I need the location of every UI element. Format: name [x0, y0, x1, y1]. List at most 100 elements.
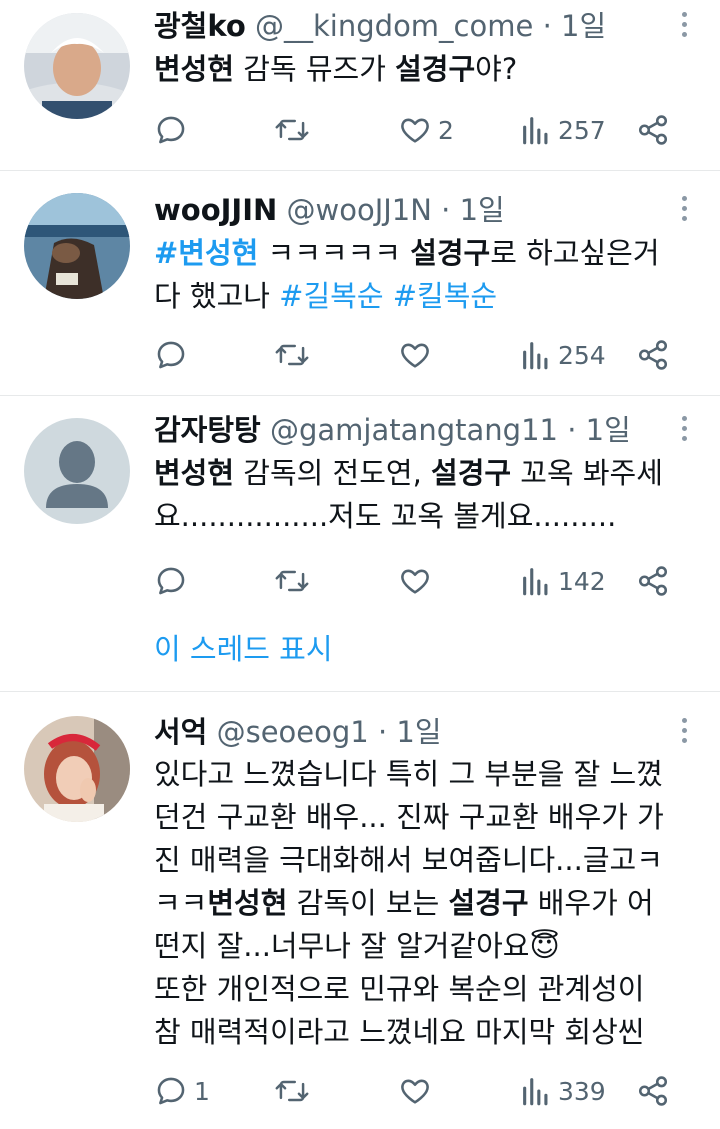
text-line: ㅋㅋ변성현 감독이 보는 설경구 배우가 어 [154, 882, 692, 925]
share-icon [638, 115, 668, 145]
avatar[interactable] [24, 418, 130, 524]
share-button[interactable] [636, 1071, 670, 1111]
more-icon[interactable] [680, 718, 688, 748]
user-handle[interactable]: @seoeog1 [217, 715, 369, 749]
views-count: 257 [558, 115, 606, 145]
display-name[interactable]: 서억 [154, 715, 207, 749]
separator: · [567, 413, 577, 447]
retweet-button[interactable] [274, 335, 316, 375]
like-button[interactable]: 2 [398, 110, 454, 150]
text: ㅋㅋㅋㅋㅋ [258, 236, 411, 270]
share-button[interactable] [636, 561, 670, 601]
views-button[interactable]: 142 [520, 561, 606, 601]
user-handle[interactable]: @wooJJ1N [287, 193, 432, 227]
hashtag-link[interactable]: #변성현 [154, 236, 258, 270]
tweet-text: 변성현 감독 뮤즈가 설경구야? [154, 48, 692, 91]
user-handle[interactable]: @gamjatangtang11 [270, 413, 558, 447]
tweet-text: 변성현 감독의 전도연, 설경구 꼬옥 봐주세 요...............… [154, 452, 692, 538]
text-line: 떤지 잘...너무나 잘 알거같아요😇 [154, 929, 560, 963]
avatar[interactable] [24, 716, 130, 822]
bold-text: 변성현 [207, 886, 288, 920]
tweet-text: 있다고 느꼈습니다 특히 그 부분을 잘 느꼈 던건 구교환 배우... 진짜 … [154, 753, 692, 1054]
reply-icon [157, 116, 185, 144]
timestamp[interactable]: 1일 [586, 413, 631, 447]
user-handle[interactable]: @__kingdom_come [255, 9, 533, 43]
tweet-actions: 2 257 [154, 110, 680, 150]
tweet-header: 광철ko @__kingdom_come · 1일 [154, 8, 672, 44]
timestamp[interactable]: 1일 [460, 193, 505, 227]
tweet[interactable]: 감자탕탕 @gamjatangtang11 · 1일 변성현 감독의 전도연, … [0, 396, 720, 692]
hashtag-link[interactable]: #킬복순 [393, 279, 497, 313]
timestamp[interactable]: 1일 [561, 9, 606, 43]
tweet-actions: 254 [154, 335, 680, 375]
like-button[interactable] [398, 561, 438, 601]
text-line: 또한 개인적으로 민규와 복순의 관계성이 [154, 972, 645, 1006]
share-icon [638, 340, 668, 370]
views-button[interactable]: 257 [520, 110, 606, 150]
bold-text: 변성현 [154, 52, 235, 86]
text-line: #변성현 ㅋㅋㅋㅋㅋ 설경구로 하고싶은거 [154, 232, 692, 275]
retweet-button[interactable] [274, 110, 316, 150]
bold-text: 변성현 [154, 456, 235, 490]
hashtag-link[interactable]: #길복순 [279, 279, 383, 313]
retweet-icon [275, 119, 309, 141]
share-button[interactable] [636, 110, 670, 150]
views-icon [523, 117, 548, 145]
retweet-button[interactable] [274, 561, 316, 601]
text-line: 있다고 느꼈습니다 특히 그 부분을 잘 느꼈 [154, 757, 663, 791]
like-icon [401, 343, 429, 368]
views-icon [523, 342, 548, 370]
reply-count: 1 [194, 1076, 210, 1106]
reply-icon [157, 341, 185, 369]
display-name[interactable]: 감자탕탕 [154, 413, 261, 447]
retweet-icon [275, 344, 309, 366]
text-line: 참 매력적이라고 느꼈네요 마지막 회상씬 [154, 1015, 645, 1049]
bold-text: 설경구 [448, 886, 529, 920]
reply-button[interactable] [154, 561, 194, 601]
more-icon[interactable] [680, 196, 688, 226]
text: 감독 뮤즈가 [234, 52, 396, 86]
tweet-actions: 1 339 [154, 1071, 680, 1111]
reply-button[interactable] [154, 335, 194, 375]
avatar[interactable] [24, 193, 130, 299]
views-count: 142 [558, 566, 606, 596]
retweet-button[interactable] [274, 1071, 316, 1111]
tweet[interactable]: 서억 @seoeog1 · 1일 있다고 느꼈습니다 특히 그 부분을 잘 느꼈… [0, 692, 720, 1129]
bold-text: 설경구 [431, 456, 512, 490]
text: 다 했고나 [154, 279, 280, 313]
text: 감독의 전도연, [234, 456, 432, 490]
more-icon[interactable] [680, 416, 688, 446]
text: ㅋㅋ [154, 886, 208, 920]
text: 로 하고싶은거 [490, 236, 660, 270]
more-icon[interactable] [680, 12, 688, 42]
reply-icon [157, 567, 185, 595]
reply-button[interactable] [154, 110, 194, 150]
share-button[interactable] [636, 335, 670, 375]
display-name[interactable]: wooJJIN [154, 193, 277, 227]
avatar[interactable] [24, 13, 130, 119]
reply-button[interactable]: 1 [154, 1071, 210, 1111]
views-count: 339 [558, 1076, 606, 1106]
tweet[interactable]: wooJJIN @wooJJ1N · 1일 #변성현 ㅋㅋㅋㅋㅋ 설경구로 하고… [0, 171, 720, 396]
show-thread-link[interactable]: 이 스레드 표시 [154, 626, 333, 668]
text: 꼬옥 봐주세 [511, 456, 663, 490]
retweet-icon [275, 1080, 309, 1102]
timestamp[interactable]: 1일 [396, 715, 441, 749]
views-button[interactable]: 339 [520, 1071, 606, 1111]
like-button[interactable] [398, 1071, 438, 1111]
display-name[interactable]: 광철ko [154, 9, 246, 43]
text-line: 변성현 감독의 전도연, 설경구 꼬옥 봐주세 [154, 452, 692, 495]
bold-text: 설경구 [395, 52, 476, 86]
views-icon [523, 1078, 548, 1106]
separator: · [542, 9, 552, 43]
text: 감독이 보는 [287, 886, 449, 920]
like-button[interactable] [398, 335, 438, 375]
tweet-header: 서억 @seoeog1 · 1일 [154, 714, 672, 750]
views-button[interactable]: 254 [520, 335, 606, 375]
tweet[interactable]: 광철ko @__kingdom_come · 1일 변성현 감독 뮤즈가 설경구… [0, 0, 720, 171]
text [384, 279, 393, 313]
tweet-actions: 142 [154, 561, 680, 601]
like-icon [401, 118, 429, 143]
share-icon [638, 1076, 668, 1106]
text-line: 진 매력을 극대화해서 보여줍니다...글고ㅋ [154, 843, 663, 877]
